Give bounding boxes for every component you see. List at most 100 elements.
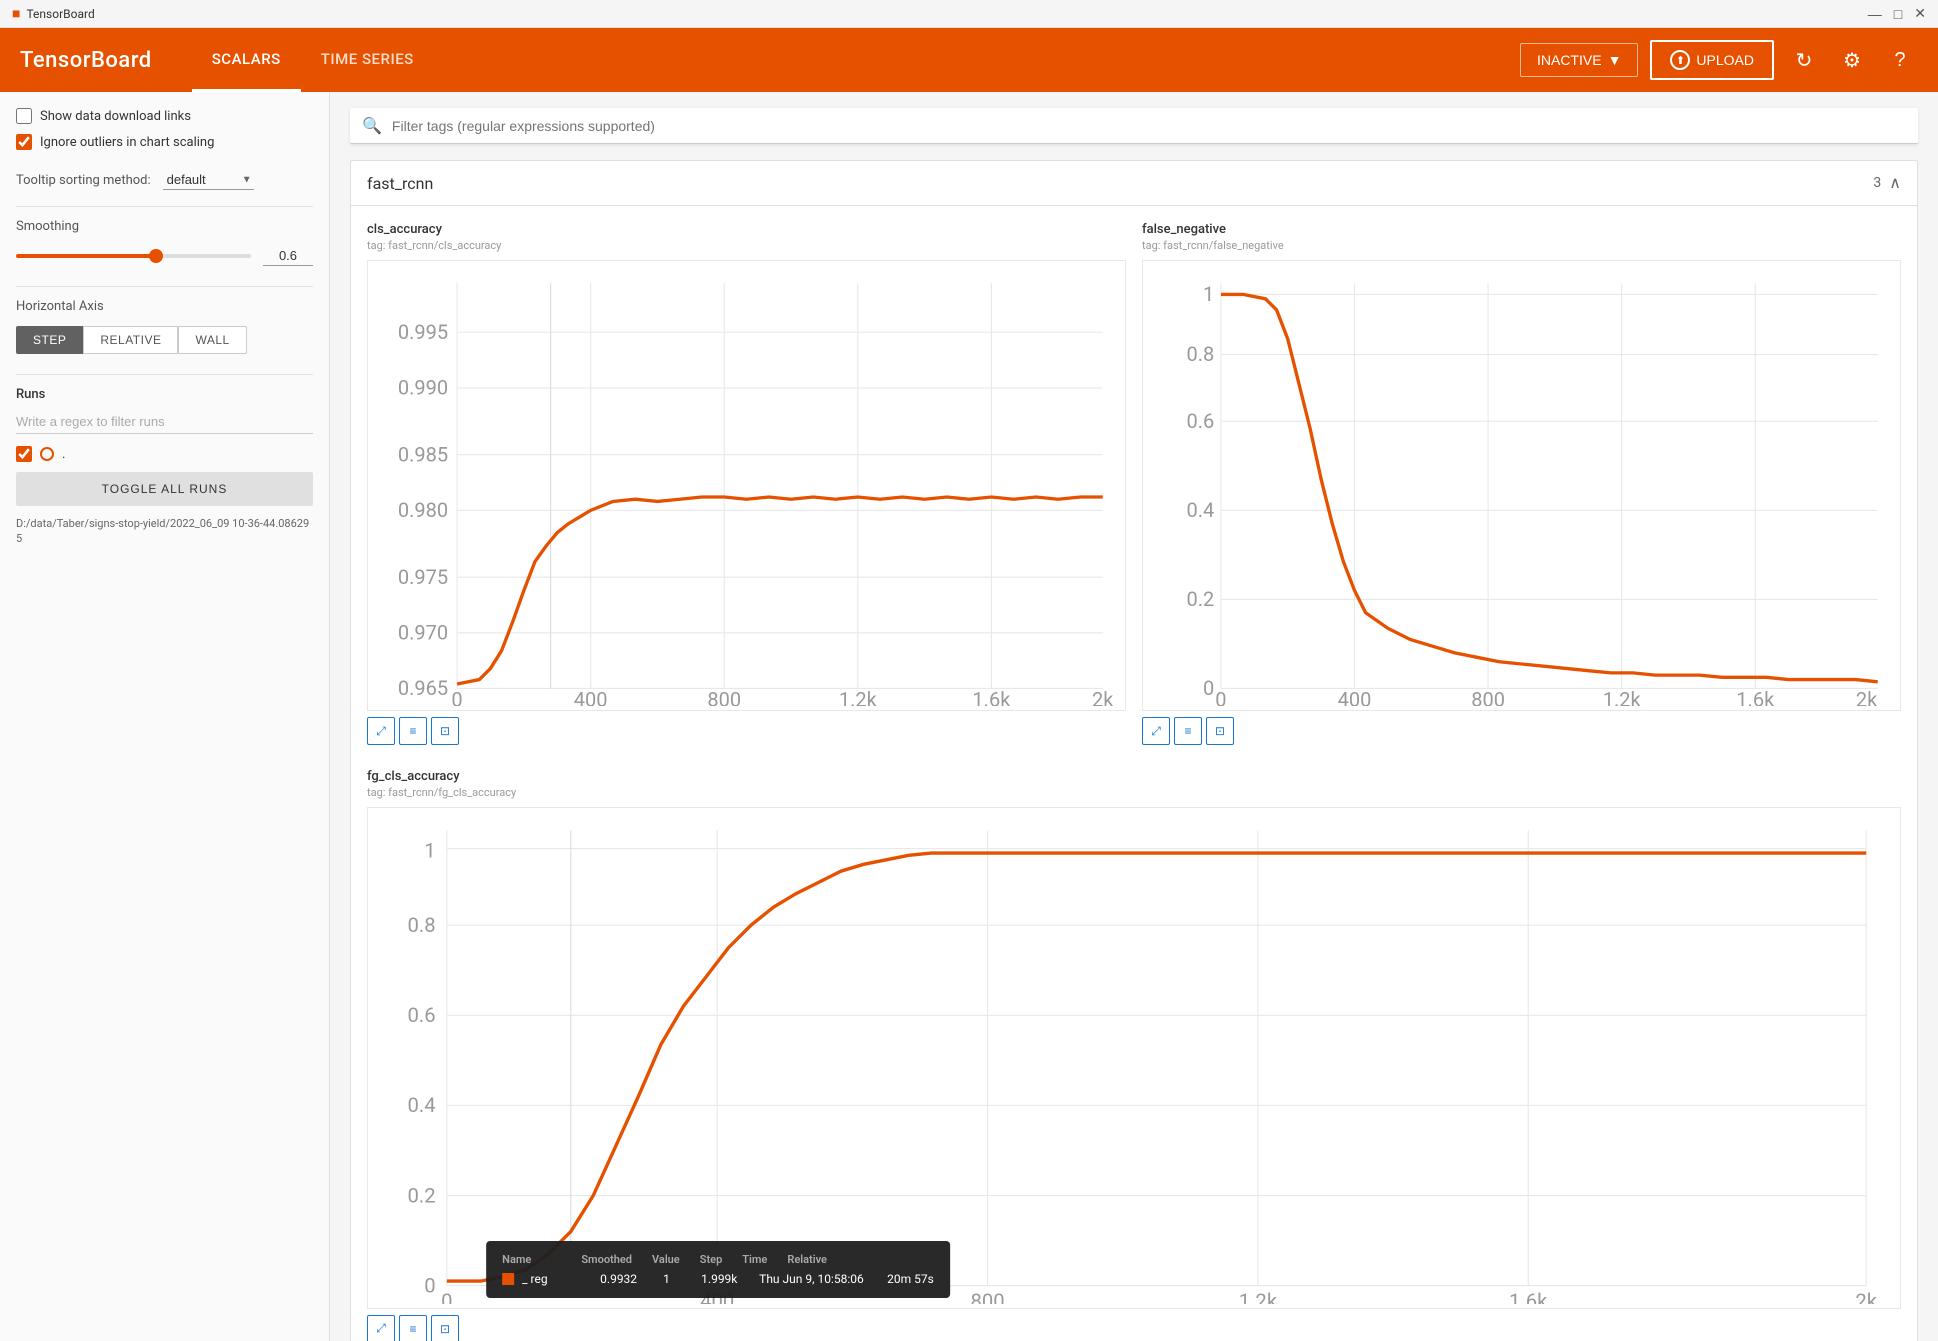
- chart-cls-accuracy: cls_accuracy tag: fast_rcnn/cls_accuracy…: [359, 214, 1134, 753]
- chart-fg-cls-accuracy-title: fg_cls_accuracy: [367, 769, 1901, 784]
- section-fast-rcnn-collapse-button[interactable]: ∧: [1889, 173, 1901, 193]
- divider-2: [16, 286, 313, 287]
- chart-cls-accuracy-svg: 0.965 0.970 0.975 0.980 0.985 0.990 0.99…: [368, 261, 1125, 706]
- refresh-button[interactable]: ↻: [1786, 42, 1822, 78]
- runs-filter-input[interactable]: [16, 410, 313, 434]
- tooltip-value: 1: [663, 1272, 693, 1286]
- chart-false-negative-expand-button[interactable]: ⤢: [1142, 717, 1170, 745]
- show-download-links-checkbox[interactable]: [16, 108, 32, 124]
- chart-fg-cls-accuracy-reset-button[interactable]: ⊡: [431, 1315, 459, 1341]
- chart-cls-accuracy-title: cls_accuracy: [367, 222, 1126, 237]
- tooltip-sorting-wrapper: default ascending descending nearest ▼: [163, 170, 254, 190]
- options-section: Show data download links Ignore outliers…: [16, 108, 313, 150]
- content-area: 🔍 fast_rcnn 3 ∧ cls_accuracy tag: fast_r…: [330, 92, 1938, 1341]
- nav-tabs: SCALARS TIME SERIES: [192, 28, 434, 92]
- svg-text:0.2: 0.2: [407, 1184, 435, 1208]
- svg-text:1.6k: 1.6k: [1736, 687, 1775, 706]
- svg-text:0.6: 0.6: [1186, 409, 1214, 433]
- svg-text:2k: 2k: [1855, 1289, 1877, 1303]
- brand-logo: TensorBoard: [20, 48, 152, 73]
- chart-false-negative-tag: tag: fast_rcnn/false_negative: [1142, 239, 1901, 252]
- chart-fg-cls-accuracy-tag: tag: fast_rcnn/fg_cls_accuracy: [367, 786, 1901, 799]
- help-icon: ?: [1894, 49, 1905, 72]
- chart-fg-cls-accuracy-svg: 0 0.2 0.4 0.6 0.8 1: [368, 808, 1900, 1304]
- run-circle-icon: [40, 447, 54, 461]
- chart-cls-accuracy-data-button[interactable]: ≡: [399, 717, 427, 745]
- section-fast-rcnn-header: fast_rcnn 3 ∧: [351, 161, 1917, 206]
- inactive-button[interactable]: INACTIVE ▼: [1520, 43, 1638, 77]
- svg-text:0.965: 0.965: [398, 676, 448, 700]
- section-fast-rcnn: fast_rcnn 3 ∧ cls_accuracy tag: fast_rcn…: [350, 160, 1918, 1341]
- smoothing-slider-row: [16, 246, 313, 266]
- chart-cls-accuracy-expand-button[interactable]: ⤢: [367, 717, 395, 745]
- chart-tooltip: Name Smoothed Value Step Time Relative _…: [486, 1241, 950, 1298]
- dropdown-arrow-icon: ▼: [1608, 52, 1622, 68]
- sidebar: Show data download links Ignore outliers…: [0, 92, 330, 1341]
- tooltip-data-row: _ reg 0.9932 1 1.999k Thu Jun 9, 10:58:0…: [502, 1272, 934, 1286]
- svg-text:0.990: 0.990: [398, 376, 448, 400]
- main-layout: Show data download links Ignore outliers…: [0, 92, 1938, 1341]
- svg-text:0: 0: [1203, 676, 1214, 700]
- divider-3: [16, 374, 313, 375]
- maximize-button[interactable]: □: [1894, 5, 1902, 22]
- tooltip-step: 1.999k: [701, 1272, 751, 1286]
- chart-fg-cls-accuracy-data-button[interactable]: ≡: [399, 1315, 427, 1341]
- svg-text:0.970: 0.970: [398, 620, 448, 644]
- svg-text:0: 0: [1215, 687, 1226, 706]
- axis-step-button[interactable]: STEP: [16, 326, 83, 354]
- ignore-outliers-row[interactable]: Ignore outliers in chart scaling: [16, 134, 313, 150]
- chart-cls-accuracy-tag: tag: fast_rcnn/cls_accuracy: [367, 239, 1126, 252]
- chart-false-negative-title: false_negative: [1142, 222, 1901, 237]
- search-bar: 🔍: [350, 108, 1918, 144]
- chart-fg-cls-accuracy-expand-button[interactable]: ⤢: [367, 1315, 395, 1341]
- settings-button[interactable]: ⚙: [1834, 42, 1870, 78]
- show-download-links-row[interactable]: Show data download links: [16, 108, 313, 124]
- ignore-outliers-label: Ignore outliers in chart scaling: [40, 135, 214, 150]
- tooltip-header-time: Time: [742, 1253, 767, 1266]
- horizontal-axis-section: Horizontal Axis STEP RELATIVE WALL: [16, 299, 313, 354]
- svg-text:1.2k: 1.2k: [1603, 687, 1642, 706]
- tooltip-time: Thu Jun 9, 10:58:06: [759, 1272, 879, 1286]
- smoothing-value-input[interactable]: [263, 246, 313, 266]
- chart-fg-cls-accuracy-controls: ⤢ ≡ ⊡: [367, 1315, 1901, 1341]
- upload-button[interactable]: ⬆ UPLOAD: [1650, 40, 1774, 80]
- svg-text:0: 0: [424, 1274, 435, 1298]
- minimize-button[interactable]: —: [1868, 5, 1882, 22]
- chart-fg-cls-area: fg_cls_accuracy tag: fast_rcnn/fg_cls_ac…: [351, 753, 1917, 1341]
- tooltip-smoothed-value: 0.9932: [600, 1272, 655, 1286]
- axis-wall-button[interactable]: WALL: [178, 326, 246, 354]
- svg-text:1.2k: 1.2k: [1239, 1289, 1278, 1303]
- tooltip-sorting-select[interactable]: default ascending descending nearest: [163, 170, 254, 190]
- svg-text:0.6: 0.6: [407, 1003, 435, 1027]
- ignore-outliers-checkbox[interactable]: [16, 134, 32, 150]
- svg-text:2k: 2k: [1856, 687, 1878, 706]
- svg-text:800: 800: [970, 1289, 1004, 1303]
- search-input[interactable]: [392, 118, 1906, 134]
- tab-timeseries[interactable]: TIME SERIES: [301, 28, 434, 92]
- chart-false-negative-reset-button[interactable]: ⊡: [1206, 717, 1234, 745]
- chart-cls-accuracy-reset-button[interactable]: ⊡: [431, 717, 459, 745]
- tooltip-header-value: Value: [652, 1253, 680, 1266]
- axis-relative-button[interactable]: RELATIVE: [83, 326, 178, 354]
- svg-text:0.975: 0.975: [398, 565, 448, 589]
- help-button[interactable]: ?: [1882, 42, 1918, 78]
- smoothing-slider[interactable]: [16, 254, 251, 258]
- svg-text:0.4: 0.4: [1186, 498, 1214, 522]
- svg-text:400: 400: [1338, 687, 1372, 706]
- runs-section: Runs . TOGGLE ALL RUNS D:/data/Taber/sig…: [16, 387, 313, 547]
- svg-text:2k: 2k: [1092, 687, 1114, 706]
- nav-right: INACTIVE ▼ ⬆ UPLOAD ↻ ⚙ ?: [1520, 40, 1918, 80]
- close-button[interactable]: ✕: [1914, 5, 1926, 22]
- chart-false-negative: false_negative tag: fast_rcnn/false_nega…: [1134, 214, 1909, 753]
- run-checkbox[interactable]: [16, 446, 32, 462]
- section-fast-rcnn-count: 3: [1873, 175, 1881, 191]
- top-nav: TensorBoard SCALARS TIME SERIES INACTIVE…: [0, 28, 1938, 92]
- toggle-all-runs-button[interactable]: TOGGLE ALL RUNS: [16, 472, 313, 506]
- tooltip-header-step: Step: [700, 1253, 723, 1266]
- svg-text:1.6k: 1.6k: [1509, 1289, 1548, 1303]
- tab-scalars[interactable]: SCALARS: [192, 28, 301, 92]
- svg-text:1.6k: 1.6k: [972, 687, 1011, 706]
- chart-false-negative-data-button[interactable]: ≡: [1174, 717, 1202, 745]
- title-bar-controls: — □ ✕: [1868, 5, 1926, 22]
- chart-false-negative-svg: 0 0.2 0.4 0.6 0.8 1: [1143, 261, 1900, 706]
